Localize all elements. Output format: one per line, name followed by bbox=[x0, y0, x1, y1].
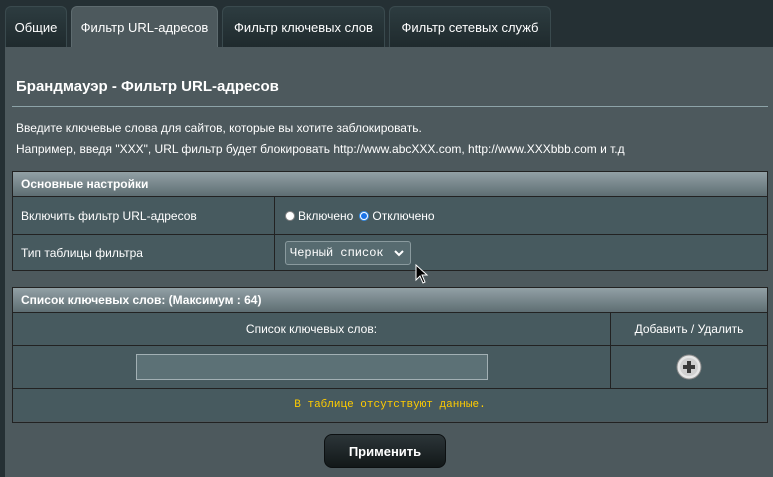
add-circle-icon[interactable] bbox=[676, 354, 702, 380]
filter-type-selected-value: Черный список bbox=[290, 245, 384, 260]
keyword-column-header: Список ключевых слов: bbox=[13, 313, 611, 345]
basic-settings-section: Основные настройки Включить фильтр URL-а… bbox=[12, 171, 768, 271]
keyword-list-header: Список ключевых слов: (Максимум : 64) bbox=[13, 288, 767, 312]
enable-filter-row: Включить фильтр URL-адресов Включено Отк… bbox=[13, 196, 767, 234]
tab-general[interactable]: Общие bbox=[5, 6, 67, 48]
description-line-1: Введите ключевые слова для сайтов, котор… bbox=[16, 121, 422, 135]
enable-filter-off-radio[interactable] bbox=[359, 210, 370, 221]
add-delete-column-header: Добавить / Удалить bbox=[634, 322, 744, 336]
apply-button[interactable]: Применить bbox=[324, 434, 446, 468]
keyword-input[interactable] bbox=[135, 354, 488, 380]
page-title: Брандмауэр - Фильтр URL-адресов bbox=[16, 78, 279, 95]
enable-filter-label: Включить фильтр URL-адресов bbox=[13, 197, 275, 234]
tab-keyword-filter[interactable]: Фильтр ключевых слов bbox=[222, 6, 385, 48]
tab-url-filter-label: Фильтр URL-адресов bbox=[80, 20, 209, 35]
filter-type-value-cell: Черный список bbox=[275, 235, 767, 270]
tab-network-services-filter[interactable]: Фильтр сетевых служб bbox=[389, 6, 551, 48]
enable-filter-on-label[interactable]: Включено bbox=[298, 209, 353, 223]
chevron-down-icon bbox=[394, 249, 404, 256]
tab-network-services-filter-label: Фильтр сетевых служб bbox=[401, 20, 539, 35]
tab-general-label: Общие bbox=[14, 20, 58, 35]
keyword-input-cell bbox=[13, 346, 611, 388]
keyword-list-section: Список ключевых слов: (Максимум : 64) Сп… bbox=[12, 287, 768, 423]
tab-keyword-filter-label: Фильтр ключевых слов bbox=[234, 20, 373, 35]
tab-url-filter[interactable]: Фильтр URL-адресов bbox=[71, 6, 218, 48]
keyword-list-columns: Список ключевых слов: Добавить / Удалить bbox=[13, 312, 767, 345]
basic-settings-header: Основные настройки bbox=[13, 172, 767, 196]
tab-bar: Общие Фильтр URL-адресов Фильтр ключевых… bbox=[0, 0, 773, 48]
empty-table-message: В таблице отсутствуют данные. bbox=[13, 388, 767, 421]
title-divider bbox=[12, 106, 768, 107]
description-line-2: Например, введя "XXX", URL фильтр будет … bbox=[16, 142, 625, 156]
filter-type-label: Тип таблицы фильтра bbox=[13, 235, 275, 270]
keyword-input-row bbox=[13, 345, 767, 388]
enable-filter-options: Включено Отключено bbox=[275, 197, 767, 234]
enable-filter-off-label[interactable]: Отключено bbox=[372, 209, 434, 223]
add-button-cell bbox=[611, 346, 767, 388]
enable-filter-on-radio[interactable] bbox=[285, 210, 295, 221]
content-panel: Брандмауэр - Фильтр URL-адресов Введите … bbox=[5, 47, 773, 477]
mouse-cursor-icon bbox=[415, 264, 429, 284]
filter-type-row: Тип таблицы фильтра Черный список bbox=[13, 234, 767, 270]
filter-type-select[interactable]: Черный список bbox=[285, 240, 411, 265]
